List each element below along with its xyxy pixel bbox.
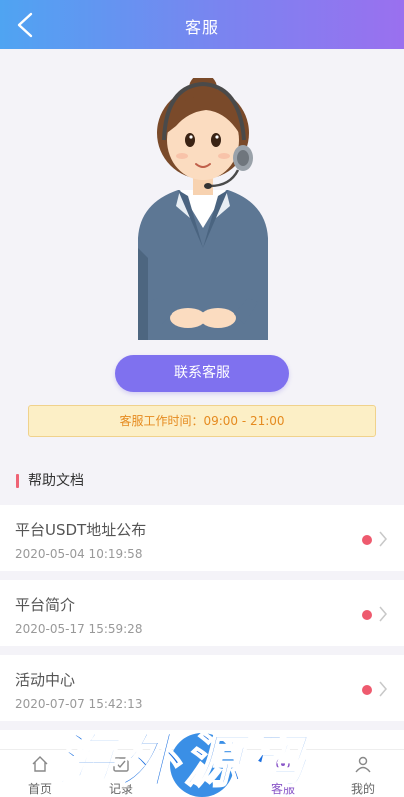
contact-service-button[interactable]: 联系客服 xyxy=(115,355,289,392)
help-item-date: 2020-05-17 15:59:28 xyxy=(15,622,143,636)
chevron-right-icon xyxy=(379,681,387,697)
tab-service-label: 客服 xyxy=(270,782,295,796)
tab-record-label: 记录 xyxy=(108,782,133,796)
unread-dot xyxy=(362,610,372,620)
chevron-right-icon xyxy=(379,531,387,547)
page-title: 客服 xyxy=(184,18,219,37)
help-item[interactable]: 平台简介 2020-05-17 15:59:28 xyxy=(0,580,404,646)
help-item[interactable]: 平台USDT地址公布 2020-05-04 10:19:58 xyxy=(0,505,404,571)
chevron-right-icon xyxy=(379,606,387,622)
help-item-title: 活动中心 xyxy=(15,671,76,689)
tab-record[interactable]: 记录 xyxy=(81,750,161,797)
help-item-date: 2020-07-07 15:42:13 xyxy=(15,697,143,711)
tab-home-label: 首页 xyxy=(27,782,52,796)
section-accent-bar xyxy=(16,474,19,488)
service-icon xyxy=(276,757,290,771)
user-icon xyxy=(355,756,371,773)
help-docs-title: 帮助文档 xyxy=(28,473,84,489)
tab-mine-label: 我的 xyxy=(350,782,375,796)
service-hours-notice: 客服工作时间：09:00 - 21:00 xyxy=(28,405,376,437)
help-item-date: 2020-05-04 10:19:58 xyxy=(15,547,143,561)
top-header: 客服 xyxy=(0,0,404,49)
help-docs-heading: 帮助文档 xyxy=(16,472,84,490)
tab-service[interactable]: 客服 xyxy=(243,750,323,797)
center-tab-button[interactable] xyxy=(170,733,234,797)
help-item-title: 平台USDT地址公布 xyxy=(15,521,147,539)
tab-mine[interactable]: 我的 xyxy=(323,750,403,797)
help-item-title: 平台简介 xyxy=(15,596,76,614)
unread-dot xyxy=(362,685,372,695)
tab-home[interactable]: 首页 xyxy=(0,750,80,797)
unread-dot xyxy=(362,535,372,545)
help-item[interactable]: 活动中心 2020-07-07 15:42:13 xyxy=(0,655,404,721)
customer-service-agent-illustration xyxy=(138,78,268,340)
record-icon xyxy=(113,757,129,772)
home-icon xyxy=(32,756,48,772)
